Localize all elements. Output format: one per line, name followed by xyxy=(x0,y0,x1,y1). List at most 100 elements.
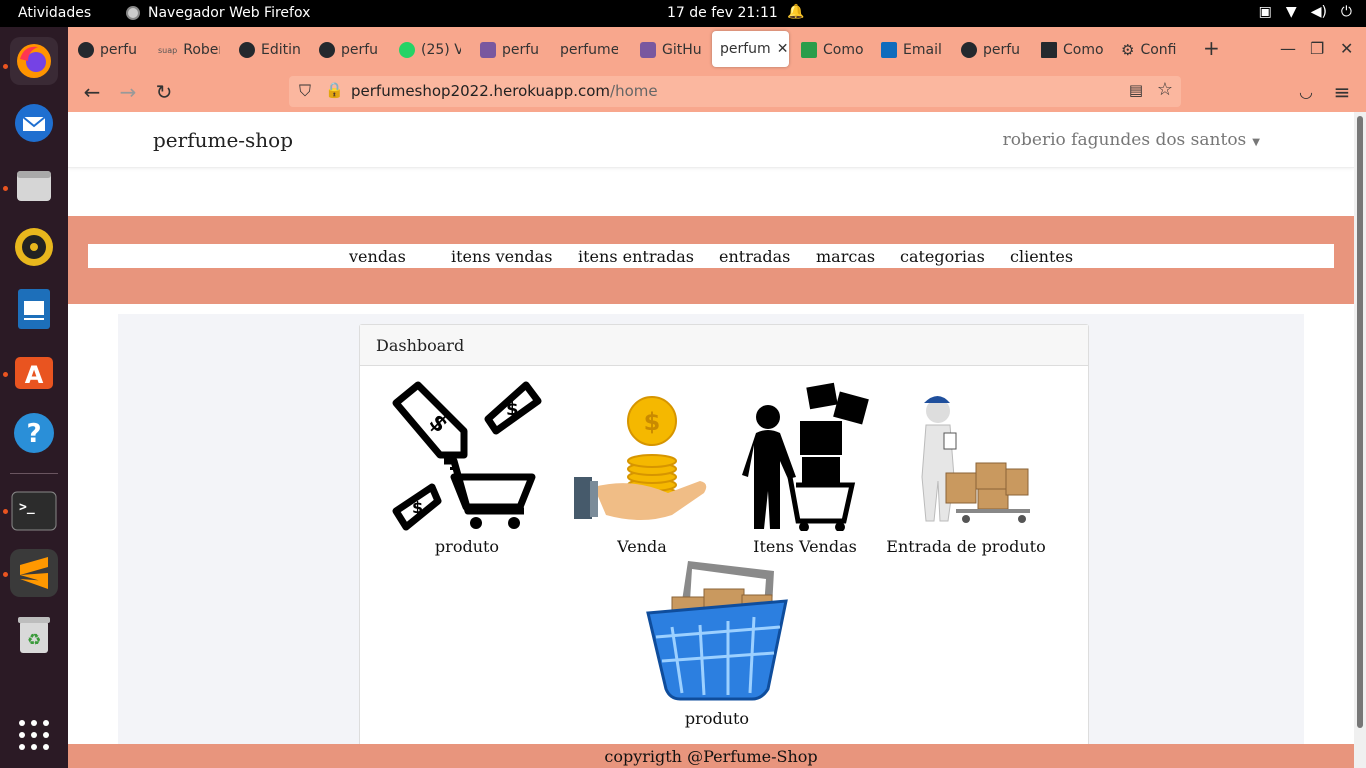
tile-label: produto xyxy=(434,537,500,556)
browser-tab[interactable]: Editin xyxy=(239,37,301,63)
clock[interactable]: 17 de fev 21:11 xyxy=(667,5,778,21)
reload-button[interactable]: ↻ xyxy=(152,80,176,104)
thunderbird-icon[interactable] xyxy=(10,99,58,147)
forward-button[interactable]: → xyxy=(116,80,140,104)
tab-label: perfume xyxy=(560,42,618,58)
page-scrollbar[interactable] xyxy=(1354,112,1366,768)
activities-button[interactable]: Atividades xyxy=(18,5,91,21)
browser-tab-active[interactable]: perfum ✕ xyxy=(712,31,789,67)
svg-text:♻: ♻ xyxy=(27,630,41,649)
files-icon[interactable] xyxy=(10,161,58,209)
menu-item-entradas[interactable]: entradas xyxy=(719,247,790,266)
running-indicator xyxy=(3,372,8,377)
scrollbar-thumb[interactable] xyxy=(1357,116,1363,728)
menu-item-categorias[interactable]: categorias xyxy=(900,247,985,266)
trash-icon[interactable]: ♻ xyxy=(10,611,58,659)
browser-tab[interactable]: perfu xyxy=(961,37,1023,63)
browser-tab[interactable]: Como xyxy=(1041,37,1103,63)
svg-text:$: $ xyxy=(506,399,519,420)
help-icon[interactable]: ? xyxy=(10,409,58,457)
tile-label: Entrada de produto xyxy=(886,537,1046,556)
show-apps-icon[interactable] xyxy=(10,711,58,759)
minimize-button[interactable]: — xyxy=(1280,39,1296,58)
browser-tab[interactable]: (25) V xyxy=(399,37,461,63)
browser-tab[interactable]: GitHu xyxy=(640,37,702,63)
hamburger-menu-icon[interactable]: ≡ xyxy=(1330,80,1354,104)
bookmark-star-icon[interactable]: ☆ xyxy=(1157,79,1173,100)
suap-icon: suap xyxy=(158,45,178,55)
pocket-icon[interactable]: ◡ xyxy=(1294,82,1318,101)
browser-tab[interactable]: ⚙ Confi xyxy=(1121,37,1183,63)
tab-label: Como xyxy=(823,42,863,58)
site-brand[interactable]: perfume-shop xyxy=(153,128,293,152)
tile-venda[interactable]: $ Venda xyxy=(572,381,712,556)
tile-produto-basket[interactable]: produto xyxy=(646,557,788,728)
firefox-small-icon xyxy=(126,6,140,20)
menu-item-vendas[interactable]: vendas xyxy=(349,247,406,266)
running-indicator xyxy=(3,509,8,514)
wifi-icon[interactable]: ▼ xyxy=(1286,4,1297,20)
power-icon[interactable]: ⏻ xyxy=(1341,4,1352,20)
system-tray[interactable]: ▣ ▼ ◀) ⏻ xyxy=(1259,4,1352,20)
url-bar[interactable]: ⛉ 🔒 perfumeshop2022.herokuapp.com/home ▤… xyxy=(289,76,1181,107)
shield-icon[interactable]: ⛉ xyxy=(299,81,311,101)
user-dropdown[interactable]: roberio fagundes dos santos ▼ xyxy=(1003,130,1260,150)
tab-label: Confi xyxy=(1140,42,1177,58)
tile-itens-vendas[interactable]: Itens Vendas xyxy=(740,381,870,556)
browser-tab[interactable]: perfume xyxy=(560,37,618,63)
teams-icon[interactable]: ▣ xyxy=(1259,4,1272,20)
tile-produto[interactable]: $ $ $ produto xyxy=(392,381,542,556)
tab-label: Editin xyxy=(261,42,301,58)
terminal-icon[interactable]: >_ xyxy=(10,487,58,535)
tab-label: perfu xyxy=(100,42,138,58)
running-indicator xyxy=(3,186,8,191)
url-host: perfumeshop2022.herokuapp.com xyxy=(351,82,611,100)
heroku-icon xyxy=(640,42,656,58)
svg-text:>_: >_ xyxy=(19,500,35,515)
svg-text:$: $ xyxy=(412,498,423,517)
svg-text:$: $ xyxy=(644,408,661,436)
software-center-icon[interactable]: A xyxy=(10,347,58,395)
github-icon xyxy=(78,42,94,58)
sublime-text-icon[interactable] xyxy=(10,549,58,597)
browser-tab[interactable]: perfu xyxy=(319,37,381,63)
app-name-label: Navegador Web Firefox xyxy=(148,5,311,21)
site-footer: copyrigth @Perfume-Shop xyxy=(68,744,1354,768)
gear-icon: ⚙ xyxy=(1121,41,1135,59)
reader-view-icon[interactable]: ▤ xyxy=(1129,81,1143,99)
browser-tab[interactable]: Email xyxy=(881,37,943,63)
back-button[interactable]: ← xyxy=(80,80,104,104)
browser-tab[interactable]: perfu xyxy=(480,37,542,63)
menu-item-marcas[interactable]: marcas xyxy=(816,247,875,266)
person-cart-boxes-icon xyxy=(742,382,869,531)
tab-label: perfu xyxy=(341,42,379,58)
menu-item-itens-entradas[interactable]: itens entradas xyxy=(578,247,694,266)
volume-icon[interactable]: ◀) xyxy=(1311,4,1327,20)
github-icon xyxy=(239,42,255,58)
close-window-button[interactable]: ✕ xyxy=(1340,39,1353,58)
lock-icon[interactable]: 🔒 xyxy=(325,81,344,99)
new-tab-button[interactable]: + xyxy=(1203,36,1220,60)
close-tab-icon[interactable]: ✕ xyxy=(777,41,789,57)
url-text[interactable]: perfumeshop2022.herokuapp.com/home xyxy=(351,82,658,100)
tile-entrada-de-produto[interactable]: Entrada de produto xyxy=(886,381,1046,556)
dashboard-card: Dashboard $ $ $ produto $ Venda Itens Ve… xyxy=(359,324,1089,768)
tab-label: (25) V xyxy=(421,42,461,58)
maximize-button[interactable]: ❐ xyxy=(1310,39,1324,58)
site-header: perfume-shop roberio fagundes dos santos… xyxy=(68,112,1354,168)
menu-item-clientes[interactable]: clientes xyxy=(1010,247,1073,266)
tab-label: perfu xyxy=(502,42,540,58)
browser-tab[interactable]: perfu xyxy=(78,37,140,63)
whatsapp-icon xyxy=(399,42,415,58)
browser-tab[interactable]: Como xyxy=(801,37,863,63)
dock: A ? >_ ♻ xyxy=(0,27,68,768)
tile-label: Venda xyxy=(617,537,667,556)
app-menu[interactable]: Navegador Web Firefox xyxy=(126,5,310,21)
rhythmbox-icon[interactable] xyxy=(10,223,58,271)
browser-tab[interactable]: suap Rober xyxy=(158,37,220,63)
writer-icon[interactable] xyxy=(10,285,58,333)
price-tag-cart-icon: $ $ $ xyxy=(392,381,542,531)
menu-item-itens-vendas[interactable]: itens vendas xyxy=(451,247,552,266)
firefox-icon[interactable] xyxy=(10,37,58,85)
github-icon xyxy=(319,42,335,58)
